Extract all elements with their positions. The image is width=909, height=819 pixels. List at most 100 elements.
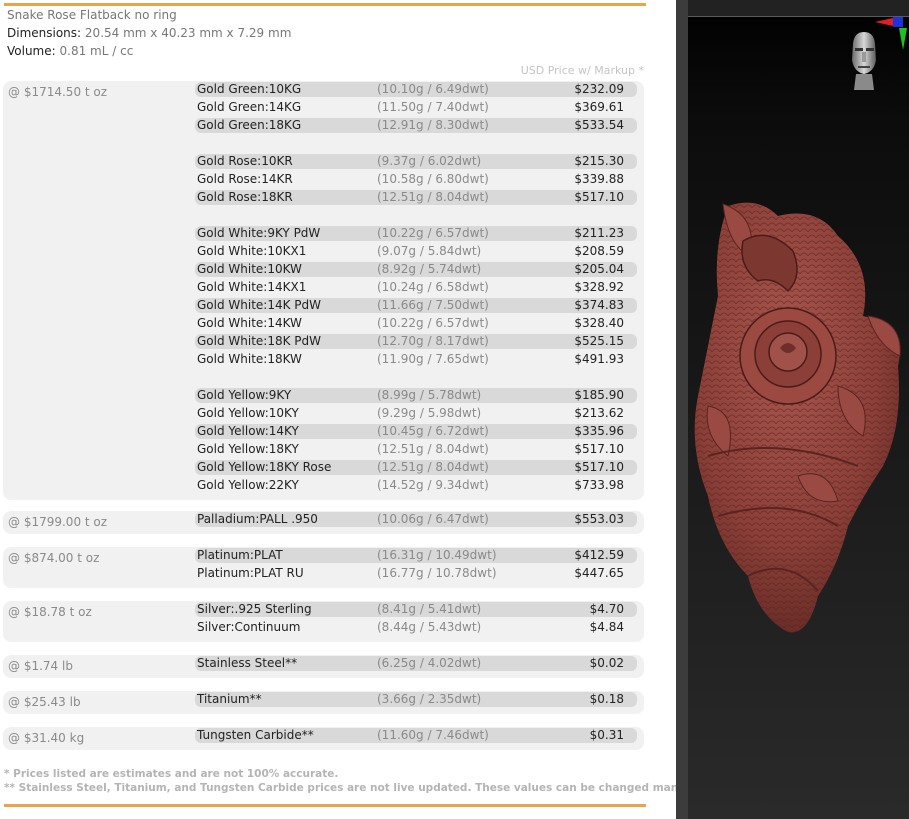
metal-weight: (9.29g / 5.98dwt) [377, 406, 482, 420]
metal-price-row[interactable]: Gold Yellow:22KY (14.52g / 9.34dwt) $733.9… [195, 478, 637, 493]
metal-name: Platinum:PLAT [197, 548, 283, 562]
volume-label: Volume: [7, 44, 56, 58]
metal-price: $339.88 [574, 172, 624, 186]
metal-price: $205.04 [574, 262, 624, 276]
metal-price-row[interactable]: Gold White:18K PdW (12.70g / 8.17dwt) $525… [195, 334, 637, 349]
metal-price-row[interactable]: Platinum:PLAT (16.31g / 10.49dwt) $412.59 [195, 548, 637, 563]
metal-price-row[interactable]: Gold Yellow:18KY Rose (12.51g / 8.04dwt) $… [195, 460, 637, 475]
metal-price: $328.40 [574, 316, 624, 330]
metal-price-row[interactable]: Gold Yellow:9KY (8.99g / 5.78dwt) $185.90 [195, 388, 637, 403]
metal-name: Gold Yellow:18KY [197, 442, 299, 456]
metal-price: $733.98 [574, 478, 624, 492]
spot-rate: @ $31.40 kg [8, 731, 85, 745]
panel-divider[interactable] [676, 0, 688, 819]
price-report-panel: Snake Rose Flatback no ring Dimensions: … [0, 0, 676, 819]
metal-name: Gold White:14K PdW [197, 298, 322, 312]
head-orientation-icon[interactable] [846, 30, 882, 92]
metal-price-row[interactable]: Gold Green:14KG (11.50g / 7.40dwt) $369.61 [195, 100, 637, 115]
metal-price-row[interactable]: Gold Rose:18KR (12.51g / 8.04dwt) $517.10 [195, 190, 637, 205]
metal-price-row[interactable]: Gold White:14KX1 (10.24g / 6.58dwt) $328.9… [195, 280, 637, 295]
metal-price-row[interactable]: Gold White:14KW (10.22g / 6.57dwt) $328.40 [195, 316, 637, 331]
metal-weight: (10.22g / 6.57dwt) [377, 316, 489, 330]
metal-name: Gold White:18KW [197, 352, 302, 366]
metal-price-row[interactable]: Gold White:10KW (8.92g / 5.74dwt) $205.04 [195, 262, 637, 277]
metal-price-row[interactable]: Gold Yellow:14KY (10.45g / 6.72dwt) $335.9… [195, 424, 637, 439]
metal-group: @ $31.40 kg Tungsten Carbide** (11.60g / 7… [3, 727, 644, 750]
metal-name: Gold White:14KX1 [197, 280, 307, 294]
metal-price-row[interactable]: Stainless Steel** (6.25g / 4.02dwt) $0.02 [195, 656, 637, 671]
metal-price-row[interactable]: Tungsten Carbide** (11.60g / 7.46dwt) $0.3… [195, 728, 637, 743]
metal-group: @ $874.00 t oz Platinum:PLAT (16.31g / 10.… [3, 547, 644, 588]
3d-viewport[interactable] [688, 0, 909, 819]
metal-name: Gold Rose:14KR [197, 172, 293, 186]
metal-price-row[interactable]: Gold Rose:10KR (9.37g / 6.02dwt) $215.30 [195, 154, 637, 169]
metal-price: $4.84 [589, 620, 624, 634]
metal-name: Gold White:10KW [197, 262, 302, 276]
metal-price: $208.59 [574, 244, 624, 258]
metal-weight: (3.66g / 2.35dwt) [377, 692, 482, 706]
spot-rate: @ $18.78 t oz [8, 605, 92, 619]
metal-weight: (12.51g / 8.04dwt) [377, 190, 489, 204]
metal-price-row[interactable]: Titanium** (3.66g / 2.35dwt) $0.18 [195, 692, 637, 707]
metal-price-row[interactable]: Gold White:18KW (11.90g / 7.65dwt) $491.93 [195, 352, 637, 367]
metal-name: Gold Yellow:22KY [197, 478, 299, 492]
model-title: Snake Rose Flatback no ring [7, 8, 177, 22]
metal-price-row[interactable]: Gold White:9KY PdW (10.22g / 6.57dwt) $211… [195, 226, 637, 241]
metal-price-row[interactable]: Gold White:10KX1 (9.07g / 5.84dwt) $208.59 [195, 244, 637, 259]
volume-value: 0.81 mL / cc [59, 44, 134, 58]
metal-price: $517.10 [574, 460, 624, 474]
metal-name: Gold Green:18KG [197, 118, 302, 132]
metal-name: Platinum:PLAT RU [197, 566, 304, 580]
snake-rose-pendant-model[interactable] [688, 196, 909, 646]
spot-rate: @ $25.43 lb [8, 695, 81, 709]
metal-weight: (10.45g / 6.72dwt) [377, 424, 489, 438]
metal-name: Gold Rose:18KR [197, 190, 293, 204]
metal-weight: (12.51g / 8.04dwt) [377, 442, 489, 456]
metal-price-row[interactable]: Silver:Continuum (8.44g / 5.43dwt) $4.84 [195, 620, 637, 635]
metal-name: Gold Yellow:14KY [197, 424, 299, 438]
metal-price: $4.70 [589, 602, 624, 616]
metal-price: $328.92 [574, 280, 624, 294]
metal-name: Gold Green:10KG [197, 82, 302, 96]
metal-price-row[interactable]: Gold Yellow:10KY (9.29g / 5.98dwt) $213.62 [195, 406, 637, 421]
spot-rate: @ $1714.50 t oz [8, 85, 108, 99]
volume-line: Volume: 0.81 mL / cc [7, 44, 133, 58]
dimensions-line: Dimensions: 20.54 mm x 40.23 mm x 7.29 m… [7, 26, 291, 40]
spot-rate: @ $1799.00 t oz [8, 515, 108, 529]
metal-price: $491.93 [574, 352, 624, 366]
metal-price-row[interactable]: Platinum:PLAT RU (16.77g / 10.78dwt) $447.… [195, 566, 637, 581]
metal-weight: (11.50g / 7.40dwt) [377, 100, 489, 114]
metal-price: $215.30 [574, 154, 624, 168]
metal-weight: (9.37g / 6.02dwt) [377, 154, 482, 168]
metal-weight: (14.52g / 9.34dwt) [377, 478, 489, 492]
metal-weight: (11.60g / 7.46dwt) [377, 728, 489, 742]
metal-price-row[interactable]: Gold Rose:14KR (10.58g / 6.80dwt) $339.88 [195, 172, 637, 187]
metal-price-row[interactable]: Palladium:PALL .950 (10.06g / 6.47dwt) $55… [195, 512, 637, 527]
metal-weight: (16.31g / 10.49dwt) [377, 548, 497, 562]
metal-weight: (10.22g / 6.57dwt) [377, 226, 489, 240]
metal-weight: (16.77g / 10.78dwt) [377, 566, 497, 580]
metal-name: Gold White:10KX1 [197, 244, 307, 258]
metal-weight: (11.66g / 7.50dwt) [377, 298, 489, 312]
metal-price-row[interactable]: Gold Green:18KG (12.91g / 8.30dwt) $533.54 [195, 118, 637, 133]
metal-price: $553.03 [574, 512, 624, 526]
metal-weight: (10.58g / 6.80dwt) [377, 172, 489, 186]
metal-price-row[interactable]: Silver:.925 Sterling (8.41g / 5.41dwt) $4.… [195, 602, 637, 617]
metal-price: $232.09 [574, 82, 624, 96]
metal-weight: (8.41g / 5.41dwt) [377, 602, 482, 616]
metal-weight: (12.51g / 8.04dwt) [377, 460, 489, 474]
metal-price-row[interactable]: Gold Green:10KG (10.10g / 6.49dwt) $232.09 [195, 82, 637, 97]
top-accent-rule [4, 3, 646, 6]
metal-price: $447.65 [574, 566, 624, 580]
metal-name: Palladium:PALL .950 [197, 512, 318, 526]
metal-weight: (12.91g / 8.30dwt) [377, 118, 489, 132]
spot-rate: @ $874.00 t oz [8, 551, 100, 565]
metal-price: $517.10 [574, 190, 624, 204]
dimensions-value: 20.54 mm x 40.23 mm x 7.29 mm [84, 26, 292, 40]
metal-price: $0.02 [589, 656, 624, 670]
metal-price: $0.18 [589, 692, 624, 706]
bottom-accent-rule [4, 804, 646, 807]
metal-price-row[interactable]: Gold White:14K PdW (11.66g / 7.50dwt) $374… [195, 298, 637, 313]
metal-price-row[interactable]: Gold Yellow:18KY (12.51g / 8.04dwt) $517.1… [195, 442, 637, 457]
estimate-note: * Prices listed are estimates and are no… [4, 768, 339, 780]
